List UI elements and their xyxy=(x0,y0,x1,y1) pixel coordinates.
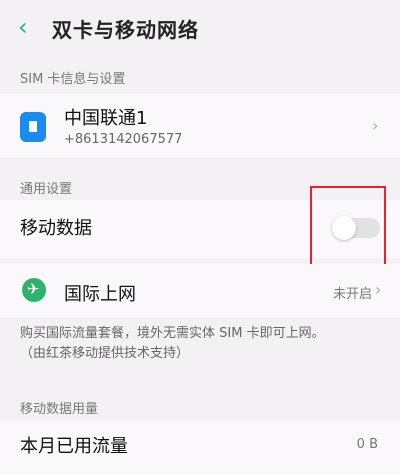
page-title: 双卡与移动网络 xyxy=(52,18,199,42)
sim-number: +8613142067577 xyxy=(64,132,183,147)
month-usage-row[interactable]: 本月已用流量 xyxy=(0,420,400,475)
international-provider-note: （由红茶移动提供技术支持） xyxy=(20,346,190,361)
mobile-data-label: 移动数据 xyxy=(20,218,92,239)
sim-card-row[interactable]: 中国联通1 +8613142067577 › xyxy=(0,94,400,158)
chevron-right-icon: › xyxy=(375,280,382,299)
sim-name: 中国联通1 xyxy=(64,108,148,129)
sim-card-icon xyxy=(20,112,46,142)
general-section-label: 通用设置 xyxy=(20,182,73,197)
month-usage-value: 0 B xyxy=(356,437,378,452)
month-usage-label: 本月已用流量 xyxy=(20,436,128,457)
chevron-left-icon[interactable]: ‹ xyxy=(18,15,40,39)
top-bar: ‹ 双卡与移动网络 xyxy=(0,0,400,56)
usage-section-label: 移动数据用量 xyxy=(20,402,99,417)
international-status: 未开启 xyxy=(332,287,372,302)
sim-section-label: SIM 卡信息与设置 xyxy=(20,72,126,87)
airplane-globe-icon xyxy=(22,278,46,302)
international-label: 国际上网 xyxy=(64,284,136,305)
international-description: 购买国际流量套餐，境外无需实体 SIM 卡即可上网。 xyxy=(20,326,325,341)
highlight-box xyxy=(310,186,386,268)
chevron-right-icon: › xyxy=(372,116,379,135)
